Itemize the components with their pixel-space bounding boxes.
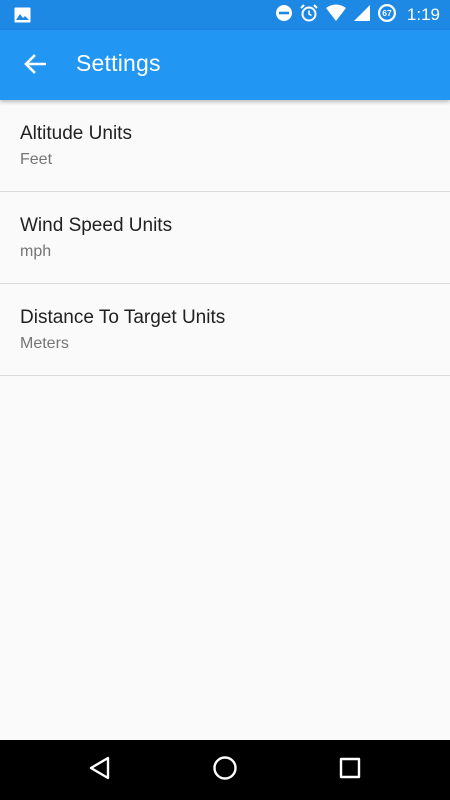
- app-bar: Settings: [0, 30, 450, 100]
- wifi-icon: [325, 4, 347, 26]
- status-bar: 67 1:19: [0, 0, 450, 30]
- preference-summary: mph: [20, 243, 52, 260]
- recents-square-icon: [339, 757, 361, 783]
- nav-recents-button[interactable]: [336, 756, 364, 784]
- signal-icon: [353, 4, 371, 26]
- do-not-disturb-icon: [275, 4, 293, 26]
- preference-title: Distance To Target Units: [20, 307, 226, 328]
- nav-back-button[interactable]: [86, 756, 114, 784]
- preference-list: Altitude Units Feet Wind Speed Units mph…: [0, 100, 450, 376]
- preference-distance-to-target-units[interactable]: Distance To Target Units Meters: [0, 284, 450, 376]
- back-button[interactable]: [18, 49, 52, 83]
- home-circle-icon: [212, 755, 238, 785]
- preference-title: Altitude Units: [20, 123, 132, 144]
- preference-wind-speed-units[interactable]: Wind Speed Units mph: [0, 192, 450, 284]
- arrow-back-icon: [24, 54, 47, 78]
- battery-level: 67: [382, 8, 392, 18]
- navigation-bar: [0, 740, 450, 800]
- preference-summary: Meters: [20, 335, 69, 352]
- preference-title: Wind Speed Units: [20, 215, 173, 236]
- image-icon: [14, 7, 31, 27]
- page-title: Settings: [76, 50, 161, 76]
- nav-home-button[interactable]: [211, 756, 239, 784]
- status-time: 1:19: [406, 5, 440, 24]
- preference-summary: Feet: [20, 151, 53, 168]
- alarm-icon: [299, 3, 319, 27]
- battery-icon: 67: [377, 3, 397, 27]
- back-triangle-icon: [88, 756, 112, 784]
- preference-altitude-units[interactable]: Altitude Units Feet: [0, 100, 450, 192]
